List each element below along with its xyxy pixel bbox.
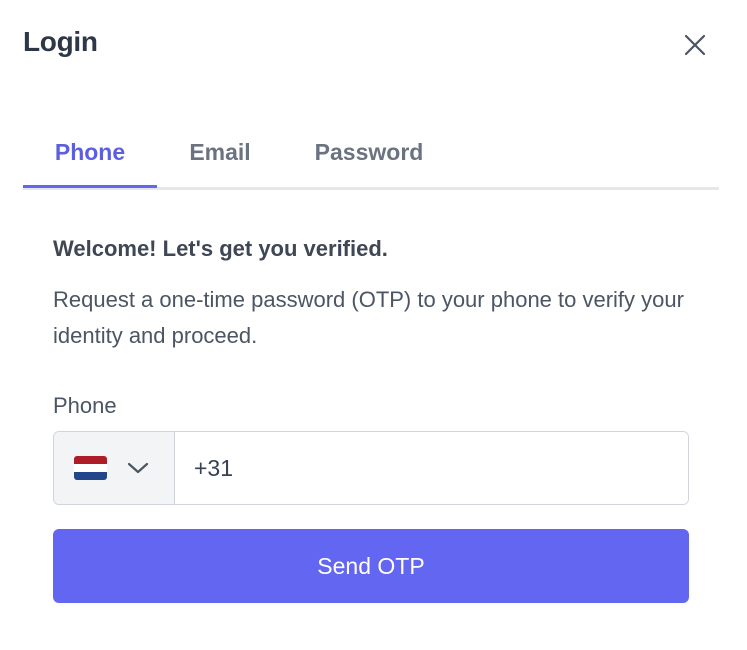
tab-phone[interactable]: Phone bbox=[23, 118, 157, 187]
flag-stripe-white bbox=[74, 464, 107, 472]
tab-password[interactable]: Password bbox=[299, 118, 439, 187]
dialog-title: Login bbox=[23, 26, 98, 57]
netherlands-flag-icon bbox=[74, 456, 107, 480]
description-text: Request a one-time password (OTP) to you… bbox=[53, 287, 684, 348]
phone-input-group bbox=[53, 431, 689, 505]
login-dialog: Login Phone Email Password Welcome! Let'… bbox=[0, 0, 747, 650]
country-select[interactable] bbox=[54, 432, 175, 504]
chevron-down-icon bbox=[127, 461, 149, 475]
send-otp-button[interactable]: Send OTP bbox=[53, 529, 689, 603]
welcome-heading: Welcome! Let's get you verified. bbox=[53, 236, 388, 261]
close-icon bbox=[684, 34, 706, 56]
close-button[interactable] bbox=[680, 30, 710, 60]
phone-label: Phone bbox=[53, 393, 117, 418]
active-tab-indicator bbox=[23, 185, 157, 188]
phone-input[interactable] bbox=[175, 432, 688, 504]
tab-email[interactable]: Email bbox=[171, 118, 269, 187]
flag-stripe-red bbox=[74, 456, 107, 464]
flag-stripe-blue bbox=[74, 472, 107, 480]
login-tabs: Phone Email Password bbox=[23, 118, 719, 190]
